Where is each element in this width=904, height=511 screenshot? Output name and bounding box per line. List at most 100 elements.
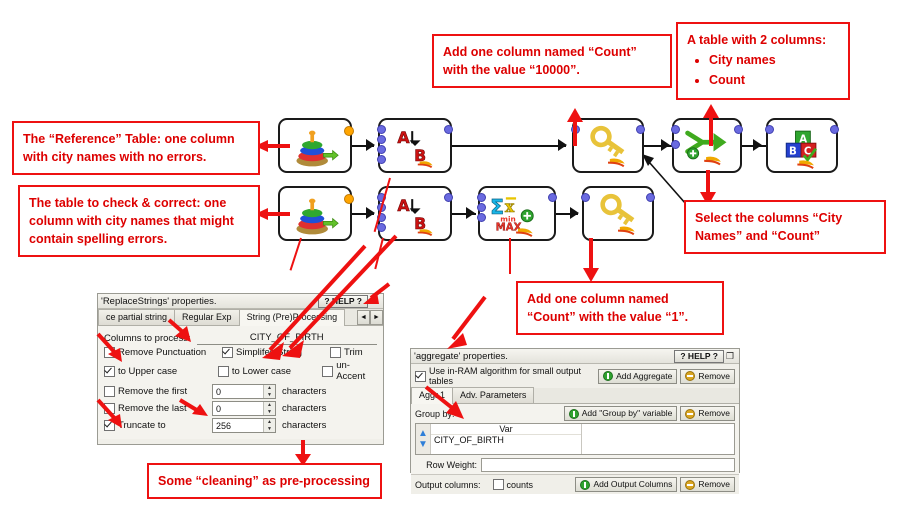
- arrow-to-add-count-10000: [567, 108, 583, 146]
- checkbox-box[interactable]: [415, 370, 426, 382]
- remove-first-row: Remove the first 0 ▲ ▼ characters: [104, 384, 377, 399]
- button-label: Remove: [698, 408, 730, 418]
- row-weight-field[interactable]: [481, 458, 735, 472]
- connector-arrow: [466, 207, 475, 219]
- node-input-port[interactable]: [477, 203, 486, 212]
- node-input-port[interactable]: [765, 125, 774, 134]
- node-output-port[interactable]: [444, 193, 453, 202]
- button-label: Add Aggregate: [616, 370, 673, 381]
- node-input-port[interactable]: [377, 145, 386, 154]
- arrow-to-table-two-columns: [703, 104, 719, 146]
- pin-icon[interactable]: ❐: [724, 351, 736, 362]
- stepper-down-icon[interactable]: ▼: [264, 426, 275, 433]
- arrow-truncate-to: [96, 398, 122, 428]
- button-label: Add "Group by" variable: [581, 408, 673, 418]
- plus-circle-icon: [580, 479, 591, 490]
- arrow-to-groupby-var: [424, 385, 464, 419]
- node-output-port[interactable]: [646, 193, 655, 202]
- checkbox-label: counts: [506, 479, 534, 490]
- row-weight-row: Row Weight:: [415, 458, 735, 472]
- grid-column-var: Var CITY_OF_BIRTH: [431, 424, 582, 454]
- connector-line: [452, 145, 566, 147]
- node-input-port[interactable]: [477, 213, 486, 222]
- connector-arrow: [661, 139, 670, 151]
- add-aggregate-button[interactable]: Add Aggregate: [598, 368, 678, 384]
- node-output-port[interactable]: [344, 126, 354, 136]
- arrow-spinner-value: [178, 398, 208, 416]
- grid-empty-area: [582, 424, 734, 454]
- connector-arrow: [570, 207, 579, 219]
- node-check-add-column-key[interactable]: [581, 186, 655, 241]
- callout-add-count-10000: Add one column named “Count” with the va…: [432, 34, 672, 89]
- svg-text:x: x: [505, 197, 515, 216]
- node-output-port[interactable]: [636, 125, 645, 134]
- minus-circle-icon: [685, 408, 696, 419]
- node-input-port[interactable]: [477, 193, 486, 202]
- unit-label: characters: [282, 420, 327, 431]
- node-input-port[interactable]: [377, 155, 386, 164]
- node-output-port[interactable]: [444, 125, 453, 134]
- connector-arrow: [558, 139, 567, 151]
- stacked-disks-table-icon: [296, 130, 339, 167]
- remove-output-columns-button[interactable]: Remove: [680, 477, 735, 492]
- output-columns-row: Output columns: counts Add Output Column…: [411, 474, 739, 494]
- node-output-port[interactable]: [548, 193, 557, 202]
- node-aggregate[interactable]: Σ x min MAX: [477, 186, 557, 241]
- node-output-port[interactable]: [734, 125, 743, 134]
- stepper-buttons[interactable]: ▲ ▼: [263, 402, 275, 415]
- node-output-port[interactable]: [830, 125, 839, 134]
- a-to-b-replace-icon: A B: [397, 128, 433, 169]
- checkbox-box[interactable]: [492, 479, 504, 490]
- move-down-icon[interactable]: ▼: [418, 439, 428, 450]
- node-output-abc[interactable]: A B C: [765, 118, 839, 173]
- minus-circle-icon: [685, 479, 696, 490]
- add-groupby-variable-button[interactable]: Add "Group by" variable: [563, 406, 678, 421]
- callout-add-count-1: Add one column named “Count” with the va…: [516, 281, 724, 336]
- golden-key-icon: [590, 125, 625, 168]
- group-by-grid[interactable]: ▲ ▼ Var CITY_OF_BIRTH: [415, 423, 735, 455]
- unit-label: characters: [282, 386, 327, 397]
- stepper-down-icon[interactable]: ▼: [264, 409, 275, 416]
- callout-check-table: The table to check & correct: one column…: [18, 185, 260, 258]
- callout-table-two-columns-list: City names Count: [687, 51, 839, 89]
- stepper-buttons[interactable]: ▲ ▼: [263, 385, 275, 398]
- node-ref-replace-strings[interactable]: A B: [377, 118, 453, 173]
- node-input-port[interactable]: [671, 125, 680, 134]
- callout-select-columns-text: Select the columns “City Names” and “Cou…: [695, 211, 843, 244]
- table-row[interactable]: CITY_OF_BIRTH: [431, 435, 581, 445]
- arrow-simplifies-string: [167, 318, 191, 342]
- svg-text:A: A: [397, 128, 410, 147]
- arrow-to-add-count-1: [583, 238, 599, 282]
- abc-blocks-check-icon: A B C: [785, 130, 818, 170]
- help-button[interactable]: ? HELP ?: [674, 349, 724, 363]
- node-input-port[interactable]: [581, 193, 590, 202]
- use-in-ram-checkbox[interactable]: Use in-RAM algorithm for small output ta…: [415, 366, 598, 386]
- plus-circle-icon: [603, 371, 614, 381]
- remove-last-row: Remove the last 0 ▲ ▼ characters: [104, 401, 377, 416]
- remove-groupby-button[interactable]: Remove: [680, 406, 735, 421]
- button-label: Add Output Columns: [593, 479, 673, 489]
- stepper-value[interactable]: 0: [213, 387, 263, 397]
- stepper-down-icon[interactable]: ▼: [264, 392, 275, 399]
- remove-aggregate-button[interactable]: Remove: [680, 368, 735, 384]
- grid-order-buttons[interactable]: ▲ ▼: [416, 424, 431, 454]
- node-output-port[interactable]: [344, 194, 354, 204]
- move-up-icon[interactable]: ▲: [418, 428, 428, 439]
- add-output-columns-button[interactable]: Add Output Columns: [575, 477, 678, 492]
- unit-label: characters: [282, 403, 327, 414]
- arrow-to-reference-table: [255, 140, 290, 152]
- callout-select-columns: Select the columns “City Names” and “Cou…: [684, 200, 886, 255]
- callout-reference-table-text: The “Reference” Table: one column with c…: [23, 132, 235, 165]
- counts-checkbox[interactable]: counts: [492, 479, 576, 490]
- node-input-port[interactable]: [377, 135, 386, 144]
- output-columns-label: Output columns:: [415, 479, 481, 490]
- svg-text:A: A: [397, 196, 410, 215]
- row-weight-label: Row Weight:: [426, 460, 477, 470]
- remove-the-first-stepper[interactable]: 0 ▲ ▼: [212, 384, 276, 399]
- node-input-port[interactable]: [377, 125, 386, 134]
- node-input-port[interactable]: [671, 140, 680, 149]
- plus-circle-icon: [568, 408, 579, 419]
- list-item: City names: [709, 51, 839, 69]
- stepper-buttons[interactable]: ▲ ▼: [263, 419, 275, 432]
- golden-key-icon: [600, 193, 635, 236]
